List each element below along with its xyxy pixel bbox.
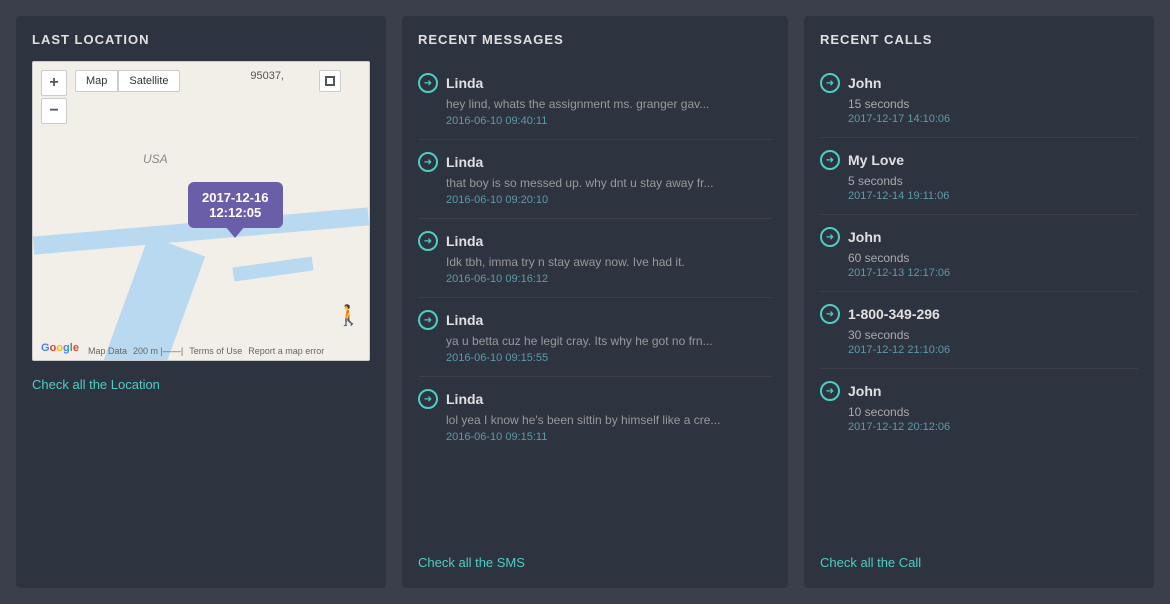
map-background: + − Map Satellite 95037, USA 2017-12-16 … (33, 62, 369, 360)
call-item-header: ➜ John (820, 73, 1138, 93)
message-date: 2016-06-10 09:20:10 (446, 194, 772, 206)
calls-title: RECENT CALLS (820, 32, 1138, 47)
call-list-item[interactable]: ➜ My Love 5 seconds 2017-12-14 19:11:06 (820, 138, 1138, 215)
messages-title: RECENT MESSAGES (418, 32, 772, 47)
call-duration: 5 seconds (848, 174, 1138, 188)
message-sender-name: Linda (446, 312, 483, 328)
map-marker-bubble: 2017-12-16 12:12:05 (188, 182, 283, 228)
call-duration: 10 seconds (848, 405, 1138, 419)
message-preview-text: Idk tbh, imma try n stay away now. Ive h… (446, 255, 772, 269)
call-list-item[interactable]: ➜ John 10 seconds 2017-12-12 20:12:06 (820, 369, 1138, 445)
call-item-header: ➜ 1-800-349-296 (820, 304, 1138, 324)
map-zipcode: 95037, (250, 70, 284, 82)
message-preview-text: ya u betta cuz he legit cray. Its why he… (446, 334, 772, 348)
call-contact-name: 1-800-349-296 (848, 306, 940, 322)
calls-list: ➜ John 15 seconds 2017-12-17 14:10:06 ➜ … (820, 61, 1138, 519)
message-item-header: ➜ Linda (418, 231, 772, 251)
call-arrow-icon: ➜ (820, 150, 840, 170)
message-list-item[interactable]: ➜ Linda Idk tbh, imma try n stay away no… (418, 219, 772, 298)
map-data-label: Map Data (88, 346, 127, 356)
message-sender-name: Linda (446, 233, 483, 249)
call-arrow-icon: ➜ (820, 73, 840, 93)
message-list-item[interactable]: ➜ Linda lol yea I know he's been sittin … (418, 377, 772, 455)
map-footer: Map Data 200 m |——| Terms of Use Report … (88, 346, 324, 356)
message-list-item[interactable]: ➜ Linda ya u betta cuz he legit cray. It… (418, 298, 772, 377)
message-sender-name: Linda (446, 391, 483, 407)
call-date: 2017-12-12 20:12:06 (848, 421, 1138, 433)
call-list-item[interactable]: ➜ John 60 seconds 2017-12-13 12:17:06 (820, 215, 1138, 292)
call-date: 2017-12-17 14:10:06 (848, 113, 1138, 125)
message-preview-text: that boy is so messed up. why dnt u stay… (446, 176, 772, 190)
incoming-arrow-icon: ➜ (418, 231, 438, 251)
call-contact-name: John (848, 229, 881, 245)
map-zoom-controls: + − (41, 70, 67, 124)
incoming-arrow-icon: ➜ (418, 152, 438, 172)
location-panel: LAST LOCATION + − Map Satellite 95037 (16, 16, 386, 588)
message-date: 2016-06-10 09:15:11 (446, 431, 772, 443)
call-date: 2017-12-12 21:10:06 (848, 344, 1138, 356)
incoming-arrow-icon: ➜ (418, 389, 438, 409)
satellite-view-button[interactable]: Satellite (118, 70, 179, 92)
terms-of-use-link[interactable]: Terms of Use (189, 346, 242, 356)
message-list-item[interactable]: ➜ Linda that boy is so messed up. why dn… (418, 140, 772, 219)
calls-panel: RECENT CALLS ➜ John 15 seconds 2017-12-1… (804, 16, 1154, 588)
map-scale-label: 200 m |——| (133, 346, 183, 356)
message-list-item[interactable]: ➜ Linda hey lind, whats the assignment m… (418, 61, 772, 140)
calls-footer: Check all the Call (820, 531, 1138, 572)
messages-footer: Check all the SMS (418, 531, 772, 572)
call-arrow-icon: ➜ (820, 304, 840, 324)
call-arrow-icon: ➜ (820, 381, 840, 401)
call-duration: 15 seconds (848, 97, 1138, 111)
call-contact-name: My Love (848, 152, 904, 168)
map-road-3 (232, 257, 313, 282)
call-contact-name: John (848, 383, 881, 399)
check-location-link[interactable]: Check all the Location (32, 377, 370, 392)
map-road-2 (101, 236, 205, 361)
map-container: + − Map Satellite 95037, USA 2017-12-16 … (32, 61, 370, 361)
message-preview-text: lol yea I know he's been sittin by himse… (446, 413, 772, 427)
fullscreen-button[interactable] (319, 70, 341, 92)
check-call-link[interactable]: Check all the Call (820, 555, 921, 570)
message-item-header: ➜ Linda (418, 73, 772, 93)
call-item-header: ➜ John (820, 227, 1138, 247)
call-list-item[interactable]: ➜ 1-800-349-296 30 seconds 2017-12-12 21… (820, 292, 1138, 369)
map-marker-time: 12:12:05 (202, 205, 269, 220)
zoom-out-button[interactable]: − (41, 98, 67, 124)
zoom-in-button[interactable]: + (41, 70, 67, 96)
call-item-header: ➜ My Love (820, 150, 1138, 170)
message-sender-name: Linda (446, 154, 483, 170)
map-type-toggle: Map Satellite (75, 70, 180, 92)
report-link[interactable]: Report a map error (248, 346, 324, 356)
call-item-header: ➜ John (820, 381, 1138, 401)
map-marker: 2017-12-16 12:12:05 (188, 182, 283, 228)
call-contact-name: John (848, 75, 881, 91)
call-list-item[interactable]: ➜ John 15 seconds 2017-12-17 14:10:06 (820, 61, 1138, 138)
messages-panel: RECENT MESSAGES ➜ Linda hey lind, whats … (402, 16, 788, 588)
call-duration: 30 seconds (848, 328, 1138, 342)
incoming-arrow-icon: ➜ (418, 73, 438, 93)
messages-list: ➜ Linda hey lind, whats the assignment m… (418, 61, 772, 519)
fullscreen-icon (325, 76, 335, 86)
call-date: 2017-12-14 19:11:06 (848, 190, 1138, 202)
location-title: LAST LOCATION (32, 32, 370, 47)
call-duration: 60 seconds (848, 251, 1138, 265)
message-item-header: ➜ Linda (418, 310, 772, 330)
map-view-button[interactable]: Map (75, 70, 118, 92)
message-item-header: ➜ Linda (418, 152, 772, 172)
google-logo: Google (41, 342, 79, 354)
map-country-label: USA (143, 152, 168, 166)
message-date: 2016-06-10 09:15:55 (446, 352, 772, 364)
message-date: 2016-06-10 09:16:12 (446, 273, 772, 285)
message-sender-name: Linda (446, 75, 483, 91)
map-marker-date: 2017-12-16 (202, 190, 269, 205)
call-date: 2017-12-13 12:17:06 (848, 267, 1138, 279)
call-arrow-icon: ➜ (820, 227, 840, 247)
check-sms-link[interactable]: Check all the SMS (418, 555, 525, 570)
message-item-header: ➜ Linda (418, 389, 772, 409)
message-preview-text: hey lind, whats the assignment ms. grang… (446, 97, 772, 111)
pegman-icon[interactable]: 🚶 (336, 303, 361, 328)
incoming-arrow-icon: ➜ (418, 310, 438, 330)
message-date: 2016-06-10 09:40:11 (446, 115, 772, 127)
dashboard: LAST LOCATION + − Map Satellite 95037 (16, 16, 1154, 588)
